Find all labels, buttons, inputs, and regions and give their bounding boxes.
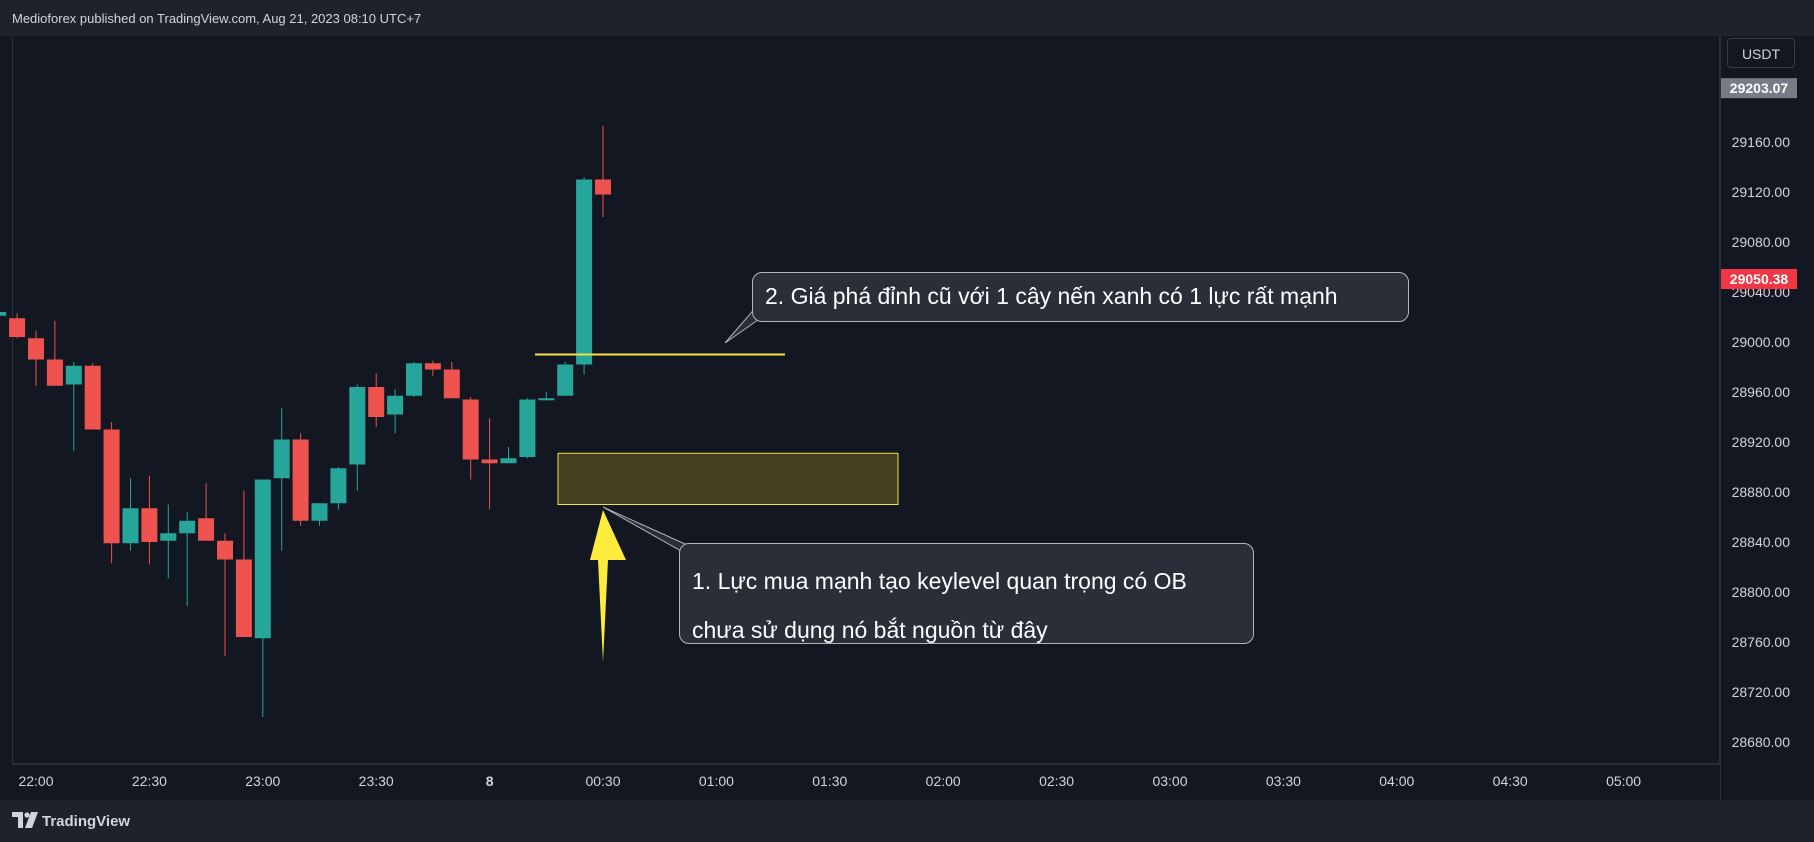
price-tick-12: 29160.00 — [1732, 134, 1791, 150]
candlestick-chart[interactable]: 28680.00 28720.00 28760.00 28800.00 28840.00… — [0, 0, 1814, 842]
candle-body-30 — [557, 364, 574, 396]
callout-keylevel-line2: chưa sử dụng nó bắt nguồn từ đây — [692, 617, 1048, 643]
time-tick-labels: 22:00 22:30 23:00 23:30 8 00:30 01:00 01:30 02:0… — [18, 773, 1641, 789]
time-tick-2: 23:00 — [245, 773, 280, 789]
candle-body-6 — [103, 429, 120, 544]
price-tick-2: 28760.00 — [1732, 634, 1791, 650]
price-tick-10: 29080.00 — [1732, 234, 1791, 250]
price-tick-8: 29000.00 — [1732, 334, 1791, 350]
candle-body-16 — [292, 439, 309, 521]
candle-body-25 — [462, 399, 479, 460]
tradingview-logo-icon — [12, 812, 38, 828]
candle-body-1 — [9, 318, 26, 337]
candle-body-12 — [217, 540, 233, 560]
order-block-zone — [557, 452, 899, 505]
price-label-1: 29050.38 — [1730, 271, 1789, 287]
time-tick-0: 22:00 — [18, 773, 53, 789]
callout-breakout: 2. Giá phá đỉnh cũ với 1 cây nến xanh có… — [752, 272, 1409, 322]
candle-body-20 — [368, 387, 385, 417]
candle-body-26 — [481, 459, 498, 464]
candle-body-7 — [122, 508, 139, 544]
time-tick-1: 22:30 — [132, 773, 167, 789]
price-tick-5: 28880.00 — [1732, 484, 1791, 500]
price-tick-0: 28680.00 — [1732, 734, 1791, 750]
candles-layer — [0, 125, 611, 717]
callout-breakout-text: 2. Giá phá đỉnh cũ với 1 cây nến xanh có… — [765, 283, 1338, 309]
candle-body-23 — [424, 363, 441, 370]
candle-body-28 — [519, 399, 536, 457]
price-tick-6: 28920.00 — [1732, 434, 1791, 450]
tradingview-brand[interactable]: TradingView — [42, 813, 130, 830]
price-tick-3: 28800.00 — [1732, 584, 1791, 600]
time-tick-8: 02:00 — [926, 773, 961, 789]
price-tick-4: 28840.00 — [1732, 534, 1791, 550]
candle-body-24 — [443, 369, 460, 399]
candle-body-8 — [141, 508, 158, 542]
candle-body-2 — [28, 338, 44, 360]
time-tick-10: 03:00 — [1152, 773, 1187, 789]
callout-keylevel: 1. Lực mua mạnh tạo keylevel quan trọng … — [679, 543, 1254, 644]
time-tick-12: 04:00 — [1379, 773, 1414, 789]
candle-body-13 — [235, 559, 252, 637]
candle-body-5 — [84, 365, 101, 430]
candle-body-18 — [330, 468, 347, 504]
time-tick-6: 01:00 — [699, 773, 734, 789]
time-tick-11: 03:30 — [1266, 773, 1301, 789]
price-tick-labels: 28680.00 28720.00 28760.00 28800.00 28840.00… — [1732, 134, 1791, 750]
candle-body-11 — [198, 518, 215, 541]
price-label-0: 29203.07 — [1730, 80, 1789, 96]
time-tick-5: 00:30 — [585, 773, 620, 789]
candle-body-19 — [349, 387, 366, 465]
up-arrow-icon — [590, 510, 626, 662]
candle-body-15 — [273, 439, 290, 479]
candle-body-9 — [160, 533, 177, 541]
time-tick-4: 8 — [486, 773, 494, 789]
time-tick-13: 04:30 — [1493, 773, 1528, 789]
time-tick-9: 02:30 — [1039, 773, 1074, 789]
price-tick-1: 28720.00 — [1732, 684, 1791, 700]
callout-keylevel-line1: 1. Lực mua mạnh tạo keylevel quan trọng … — [692, 568, 1187, 594]
candle-body-31 — [576, 179, 593, 365]
candle-body-17 — [311, 503, 328, 521]
candle-body-32 — [595, 179, 611, 195]
time-tick-7: 01:30 — [812, 773, 847, 789]
currency-button[interactable]: USDT — [1727, 38, 1795, 68]
candle-body-27 — [500, 458, 517, 464]
time-tick-3: 23:30 — [359, 773, 394, 789]
candle-body-29 — [538, 398, 555, 401]
footer-bar: TradingView — [0, 800, 1814, 842]
price-tick-11: 29120.00 — [1732, 184, 1791, 200]
time-tick-14: 05:00 — [1606, 773, 1641, 789]
candle-body-3 — [46, 359, 63, 386]
candle-body-14 — [254, 479, 271, 639]
candle-body-0 — [0, 312, 7, 316]
candle-body-10 — [179, 520, 196, 534]
candle-body-21 — [387, 395, 404, 415]
candle-body-4 — [65, 365, 82, 385]
price-tick-7: 28960.00 — [1732, 384, 1791, 400]
candle-body-22 — [406, 363, 422, 396]
